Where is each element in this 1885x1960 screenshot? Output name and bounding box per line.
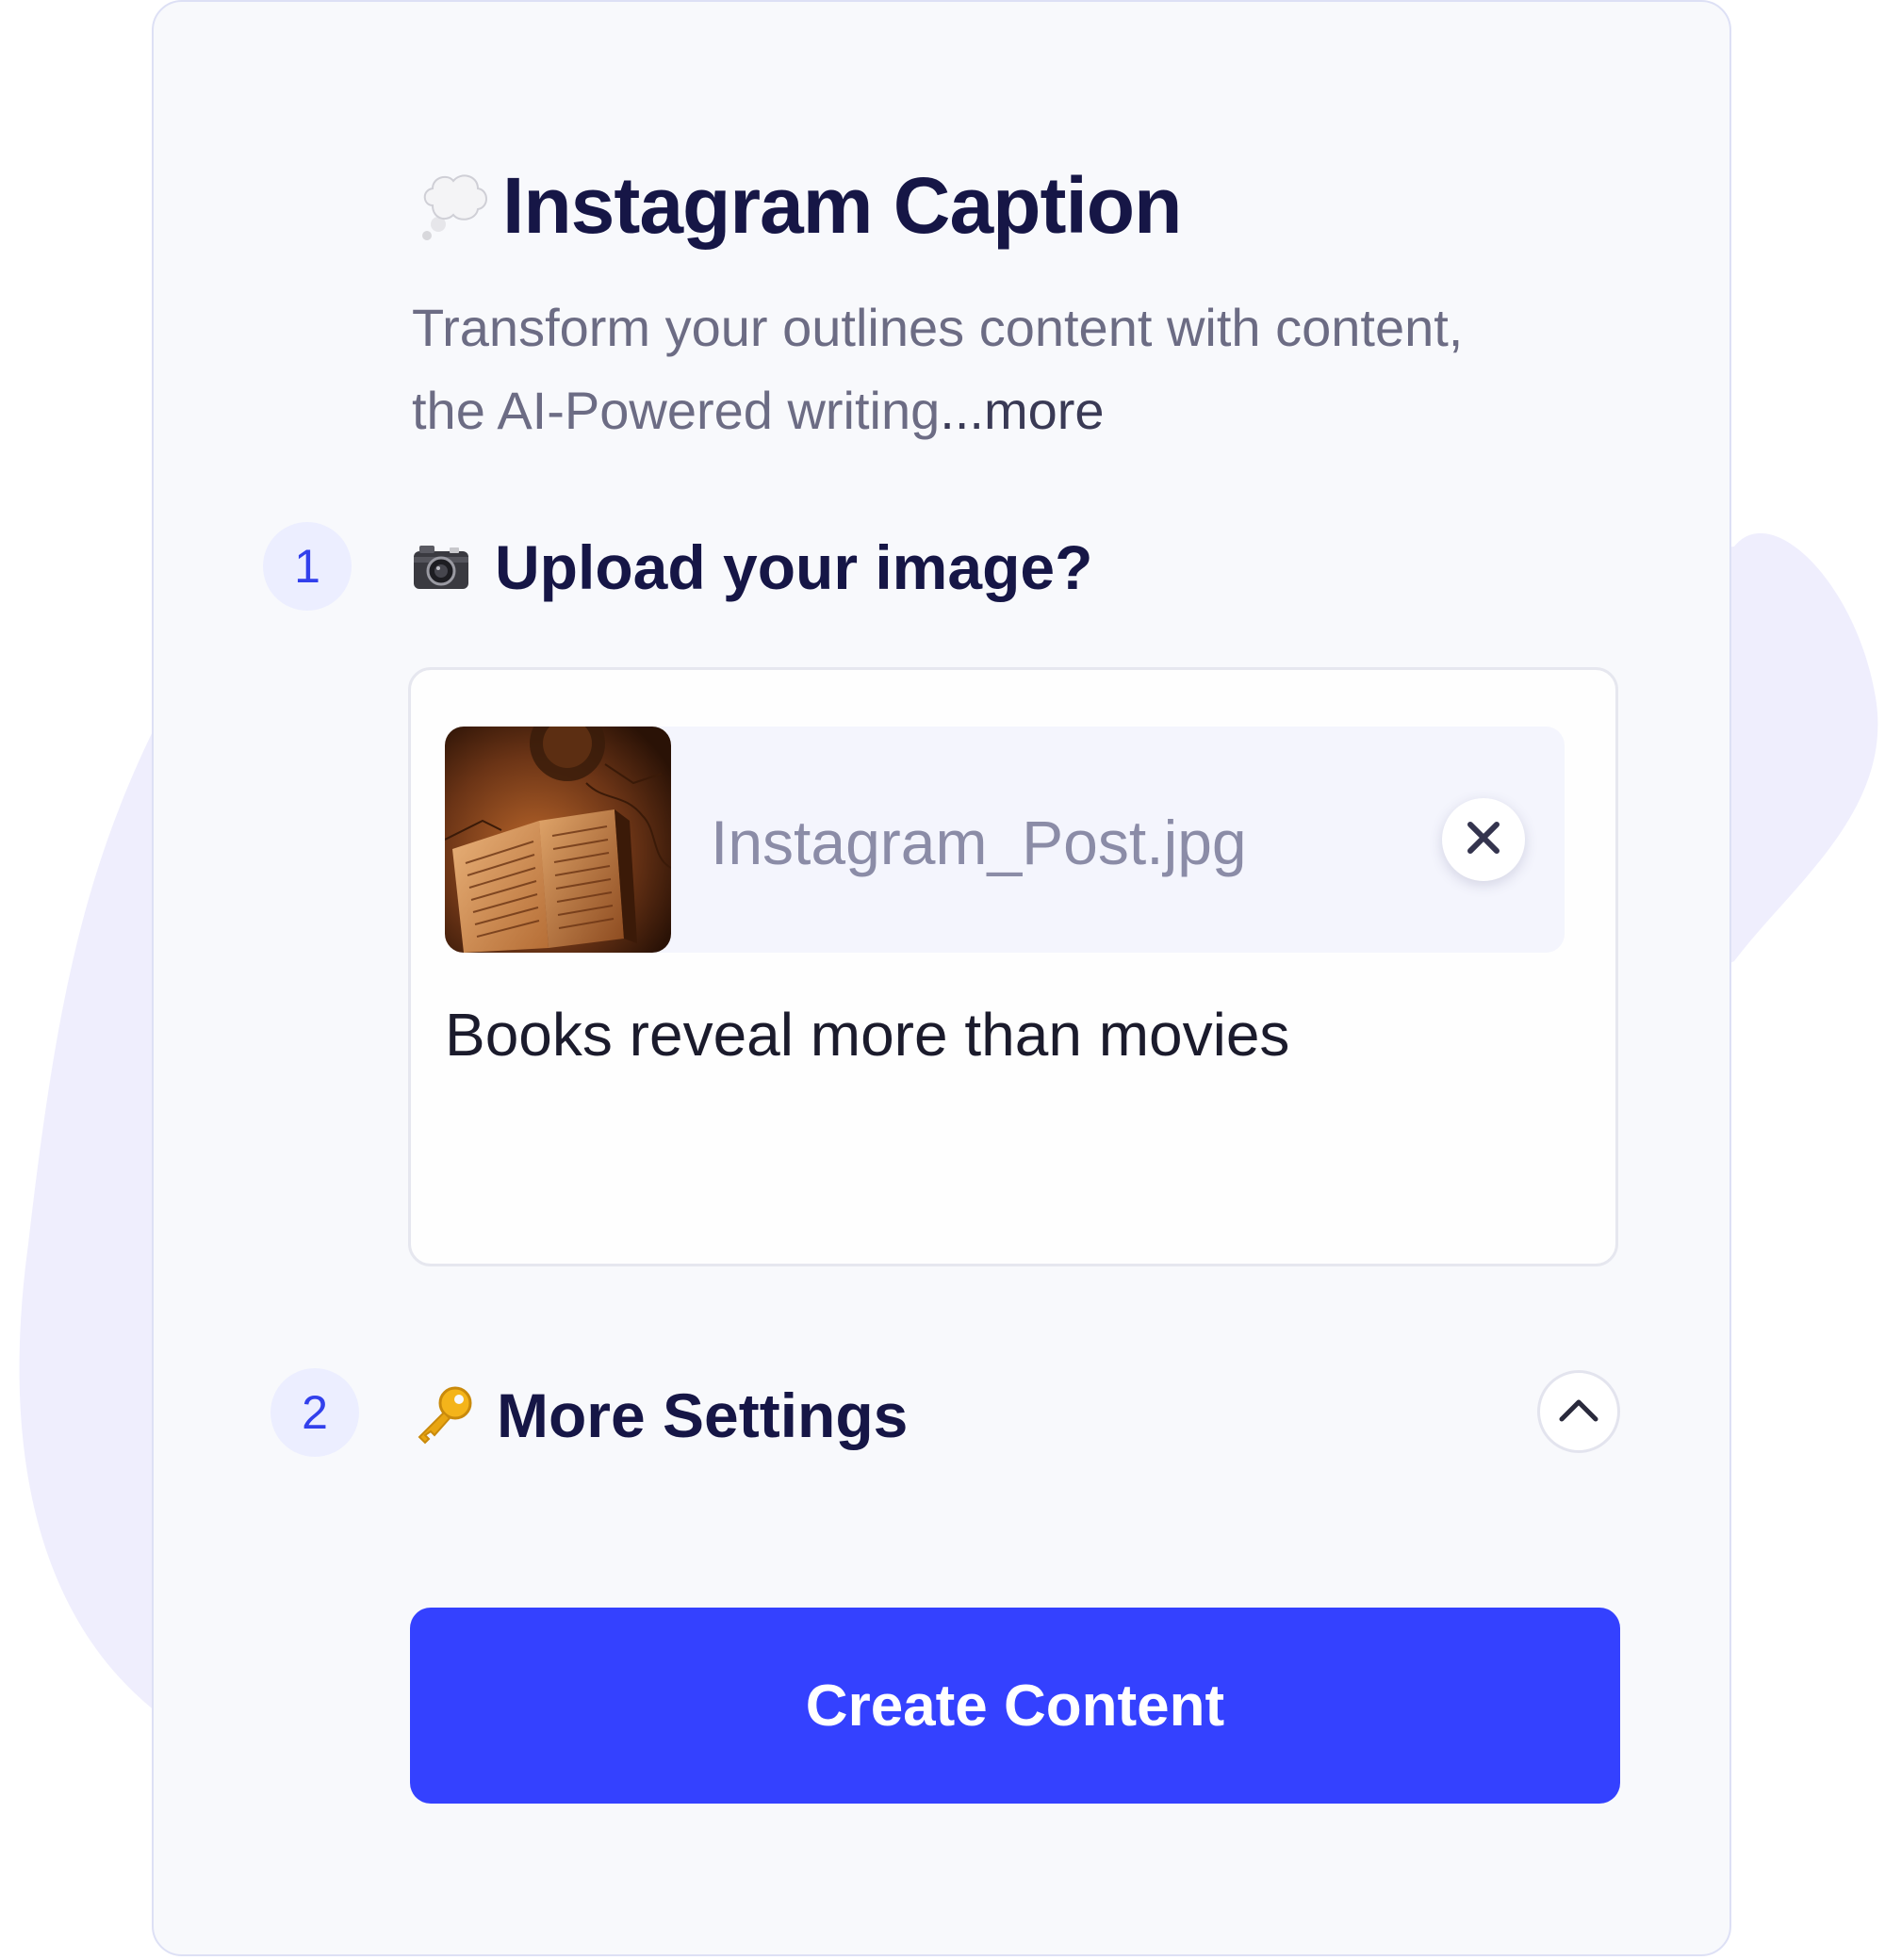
header: Instagram Caption [412, 160, 1182, 252]
instagram-caption-card: Instagram Caption Transform your outline… [152, 0, 1731, 1956]
remove-file-button[interactable] [1442, 798, 1525, 881]
create-content-button[interactable]: Create Content [410, 1608, 1620, 1804]
step-2-title: More Settings [497, 1380, 909, 1450]
uploaded-file-row: Instagram_Post.jpg [445, 727, 1565, 953]
camera-icon [410, 536, 472, 598]
page-title: Instagram Caption [502, 161, 1182, 250]
step-number-2: 2 [270, 1368, 359, 1457]
close-icon [1465, 819, 1502, 861]
chevron-up-icon [1558, 1396, 1599, 1428]
uploaded-file-name: Instagram_Post.jpg [711, 808, 1247, 877]
image-description-text[interactable]: Books reveal more than movies [445, 1000, 1289, 1070]
image-thumbnail [445, 727, 671, 953]
collapse-settings-button[interactable] [1537, 1370, 1620, 1453]
step-1-header: Upload your image? [410, 531, 1092, 603]
more-link[interactable]: ...more [940, 381, 1104, 440]
page-description: Transform your outlines content with con… [412, 286, 1543, 452]
thought-bubble-icon [412, 168, 489, 245]
step-number-1: 1 [263, 522, 352, 611]
image-upload-area[interactable]: Instagram_Post.jpg Books reveal more tha… [408, 667, 1618, 1266]
step-1-title: Upload your image? [495, 532, 1093, 602]
key-icon [412, 1384, 474, 1446]
description-text: Transform your outlines content with con… [412, 298, 1464, 440]
step-2-header[interactable]: More Settings [412, 1380, 908, 1451]
